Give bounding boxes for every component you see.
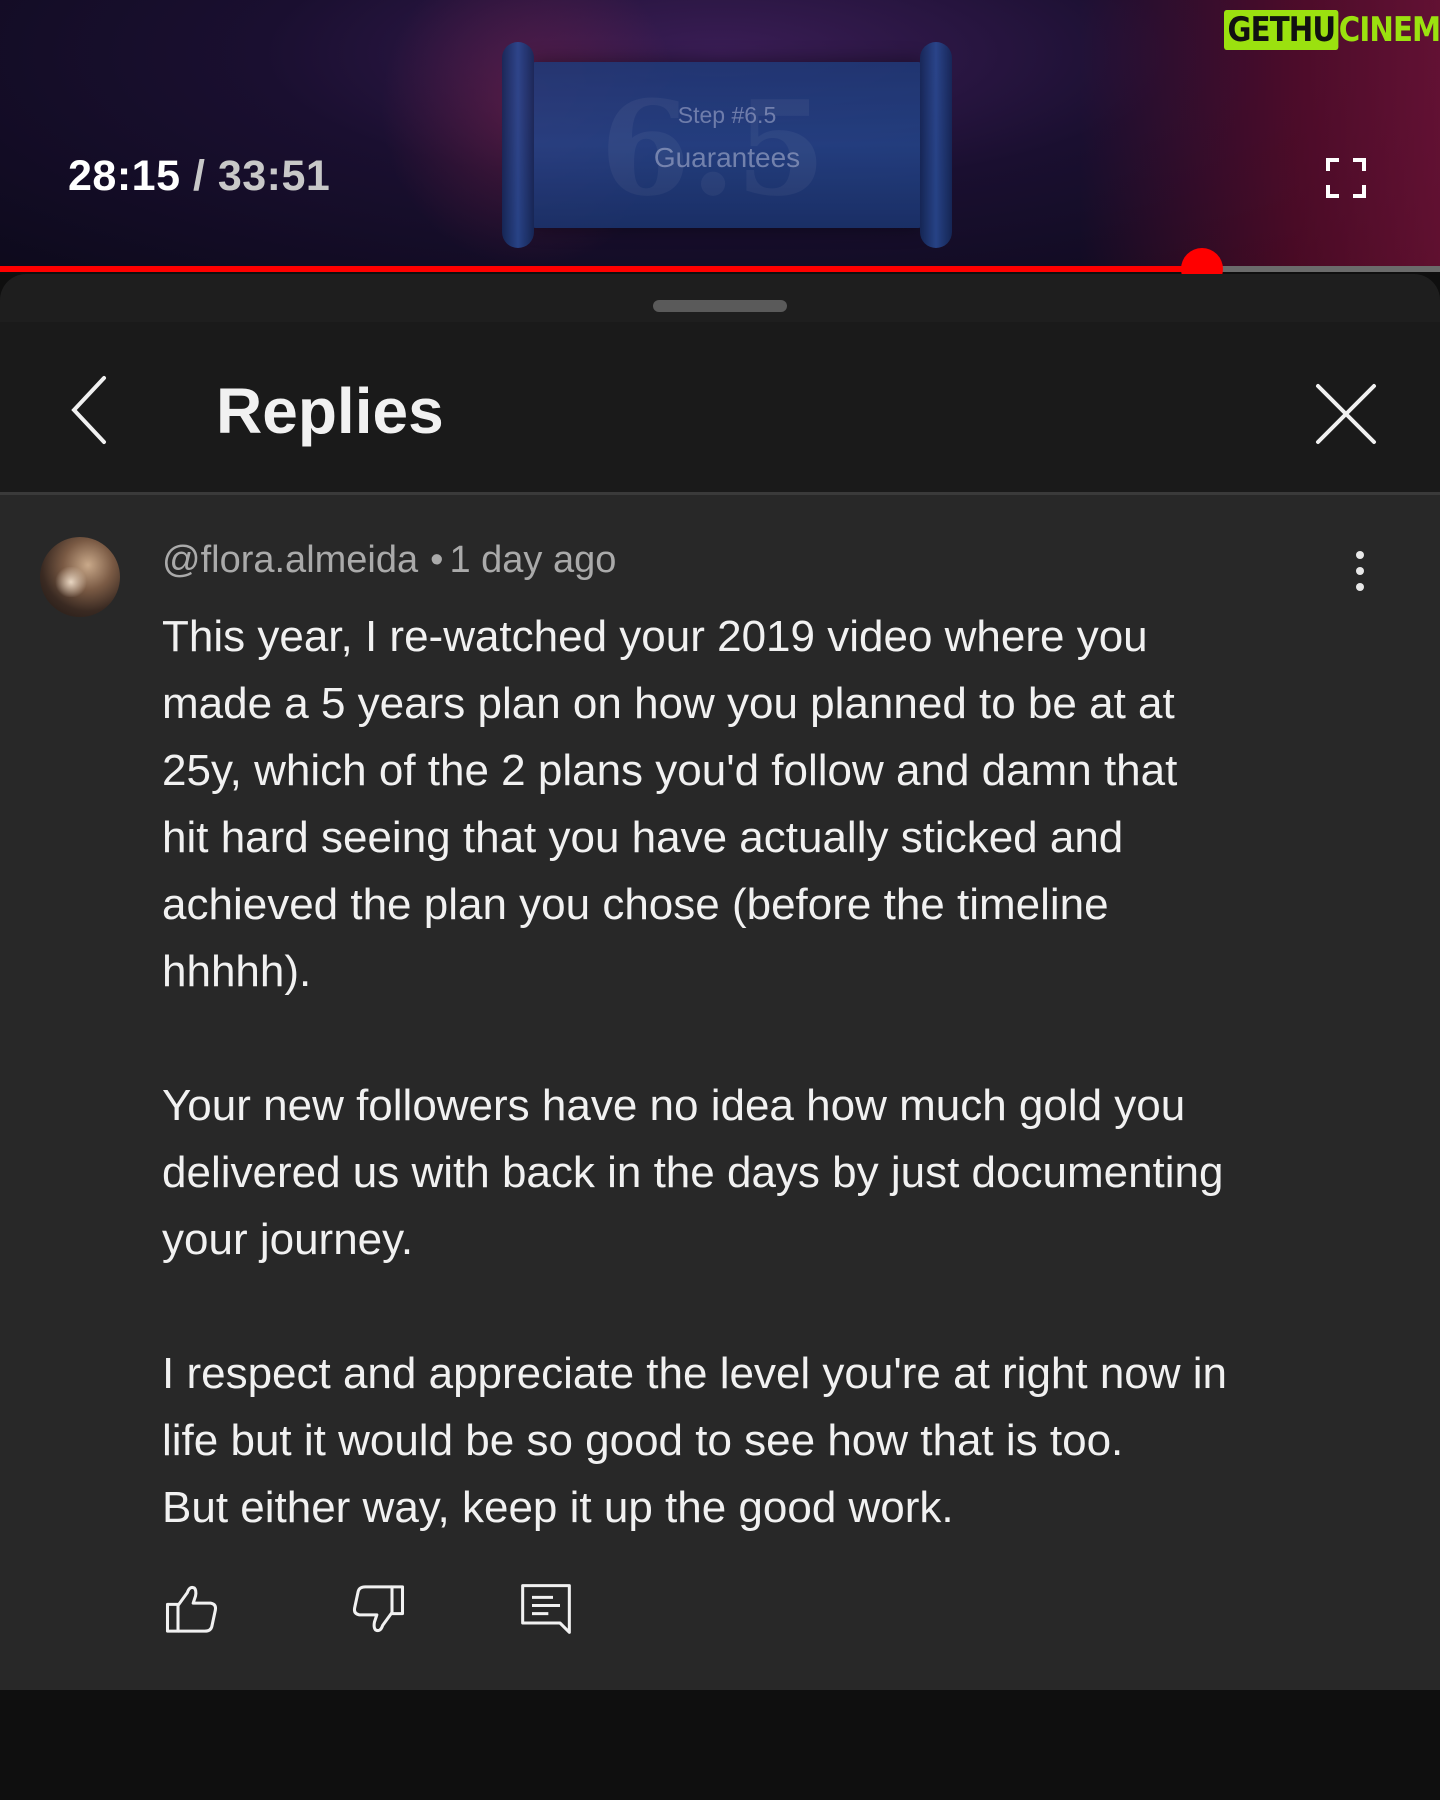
comment-paragraph: Your new followers have no idea how much… — [162, 1081, 1224, 1264]
avatar[interactable] — [40, 537, 120, 617]
duration: 33:51 — [217, 152, 331, 200]
sheet-drag-handle[interactable] — [653, 300, 787, 312]
comment-time: 1 day ago — [449, 539, 617, 581]
dislike-icon[interactable] — [350, 1581, 406, 1637]
slide-title: Guarantees — [653, 142, 801, 173]
meta-dot: • — [430, 539, 444, 581]
comment-author[interactable]: @flora.almeida — [162, 539, 418, 581]
like-icon[interactable] — [164, 1581, 220, 1637]
progress-bar[interactable] — [0, 248, 1440, 290]
bottom-bar — [0, 1690, 1440, 1800]
time-display: 28:15 / 33:51 — [68, 152, 330, 201]
replies-sheet: Replies @flora.almeida • 1 day ago This ye… — [0, 274, 1440, 1690]
comment-meta: @flora.almeida • 1 day ago — [162, 539, 616, 582]
current-time: 28:15 — [68, 152, 181, 200]
comment-paragraph: I respect and appreciate the level you'r… — [162, 1349, 1228, 1532]
fullscreen-icon[interactable] — [1326, 158, 1366, 198]
close-icon[interactable] — [1310, 378, 1382, 450]
watermark-part2: CINEMA — [1338, 10, 1440, 50]
reply-icon[interactable] — [518, 1581, 574, 1637]
watermark-logo: GETHUCINEMA — [1224, 8, 1440, 52]
comment-body: This year, I re-watched your 2019 video … — [162, 603, 1392, 1541]
comment-paragraph: This year, I re-watched your 2019 video … — [162, 612, 1178, 996]
video-player[interactable]: 6.5 Step #6.5 Guarantees GETHUCINEMA 28:… — [0, 0, 1440, 268]
progress-fill — [0, 266, 1203, 272]
page-title: Replies — [216, 375, 444, 447]
watermark-part1: GETHU — [1224, 10, 1339, 50]
slide-scroll-graphic: 6.5 Step #6.5 Guarantees — [502, 42, 952, 248]
chevron-left-icon[interactable] — [66, 370, 116, 450]
time-separator: / — [192, 152, 206, 200]
comment-item: @flora.almeida • 1 day ago This year, I re… — [0, 495, 1440, 1690]
more-options-icon[interactable] — [1340, 551, 1380, 601]
slide-step: Step #6.5 — [677, 102, 777, 128]
